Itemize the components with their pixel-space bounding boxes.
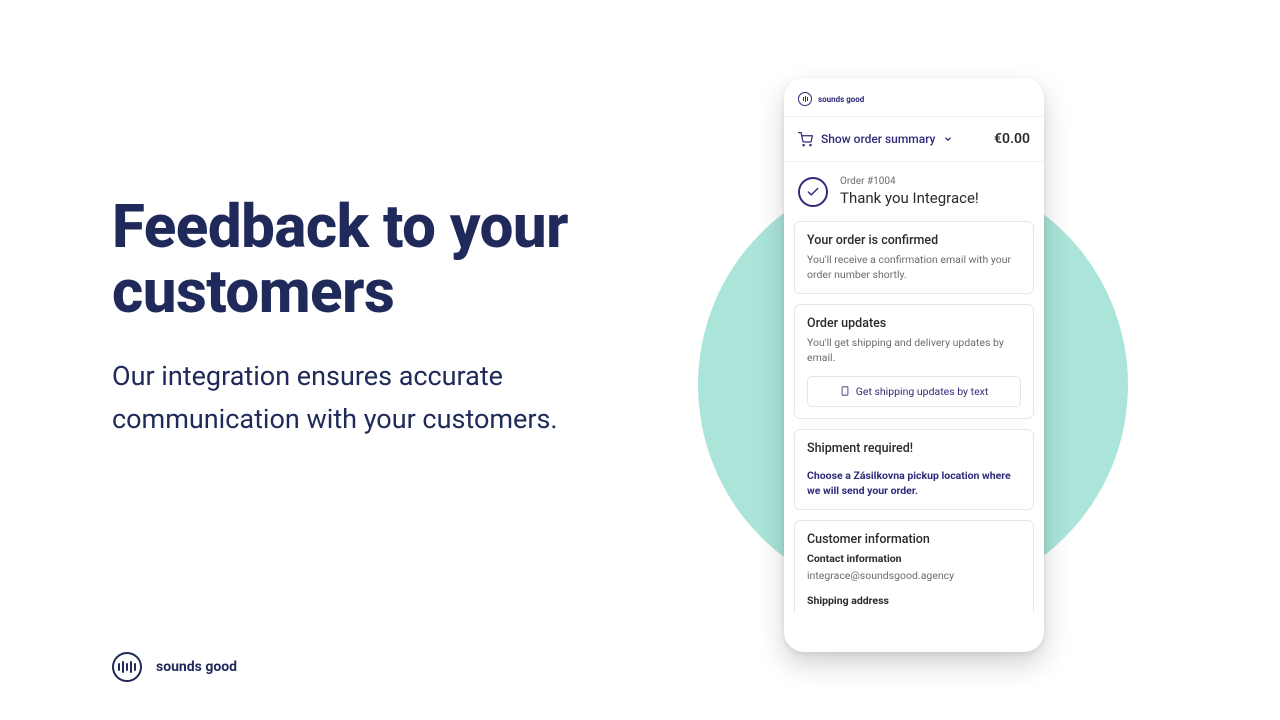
contact-info-value: integrace@soundsgood.agency: [807, 569, 1021, 582]
order-confirmed-card: Your order is confirmed You'll receive a…: [794, 221, 1034, 294]
phone-icon: [840, 385, 850, 397]
shipping-address-label: Shipping address: [807, 594, 1021, 607]
brand-logo-icon: [798, 92, 812, 106]
order-summary-label: Show order summary: [821, 132, 935, 146]
phone-brand-header: sounds good: [784, 78, 1044, 117]
order-updates-card: Order updates You'll get shipping and de…: [794, 304, 1034, 418]
customer-info-title: Customer information: [807, 532, 1021, 547]
phone-brand-label: sounds good: [818, 95, 864, 104]
shipment-required-card: Shipment required! Choose a Zásilkovna p…: [794, 429, 1034, 510]
order-summary-toggle[interactable]: Show order summary €0.00: [784, 117, 1044, 162]
hero-subheadline: Our integration ensures accurate communi…: [112, 355, 672, 441]
footer-brand: sounds good: [112, 652, 237, 682]
chevron-down-icon: [943, 134, 953, 144]
brand-logo-icon: [112, 652, 142, 682]
order-summary-price: €0.00: [994, 131, 1030, 147]
order-updates-body: You'll get shipping and delivery updates…: [807, 336, 1021, 365]
get-text-updates-button[interactable]: Get shipping updates by text: [807, 376, 1021, 407]
order-number: Order #1004: [840, 176, 979, 187]
shipment-required-title: Shipment required!: [807, 441, 1021, 456]
footer-brand-label: sounds good: [156, 659, 237, 675]
customer-info-card: Customer information Contact information…: [794, 520, 1034, 613]
get-text-updates-label: Get shipping updates by text: [856, 385, 989, 398]
order-confirmed-body: You'll receive a confirmation email with…: [807, 253, 1021, 282]
order-confirmed-title: Your order is confirmed: [807, 233, 1021, 248]
shipment-pickup-link[interactable]: Choose a Zásilkovna pickup location wher…: [807, 468, 1021, 498]
contact-info-label: Contact information: [807, 552, 1021, 565]
hero-headline: Feedback to your customers: [112, 195, 672, 325]
order-thankyou-row: Order #1004 Thank you Integrace!: [784, 162, 1044, 221]
check-circle-icon: [798, 177, 828, 207]
cart-icon: [798, 132, 813, 147]
order-thankyou: Thank you Integrace!: [840, 189, 979, 207]
order-updates-title: Order updates: [807, 316, 1021, 331]
phone-mockup: sounds good Show order summary €0.00 Ord…: [784, 78, 1044, 652]
